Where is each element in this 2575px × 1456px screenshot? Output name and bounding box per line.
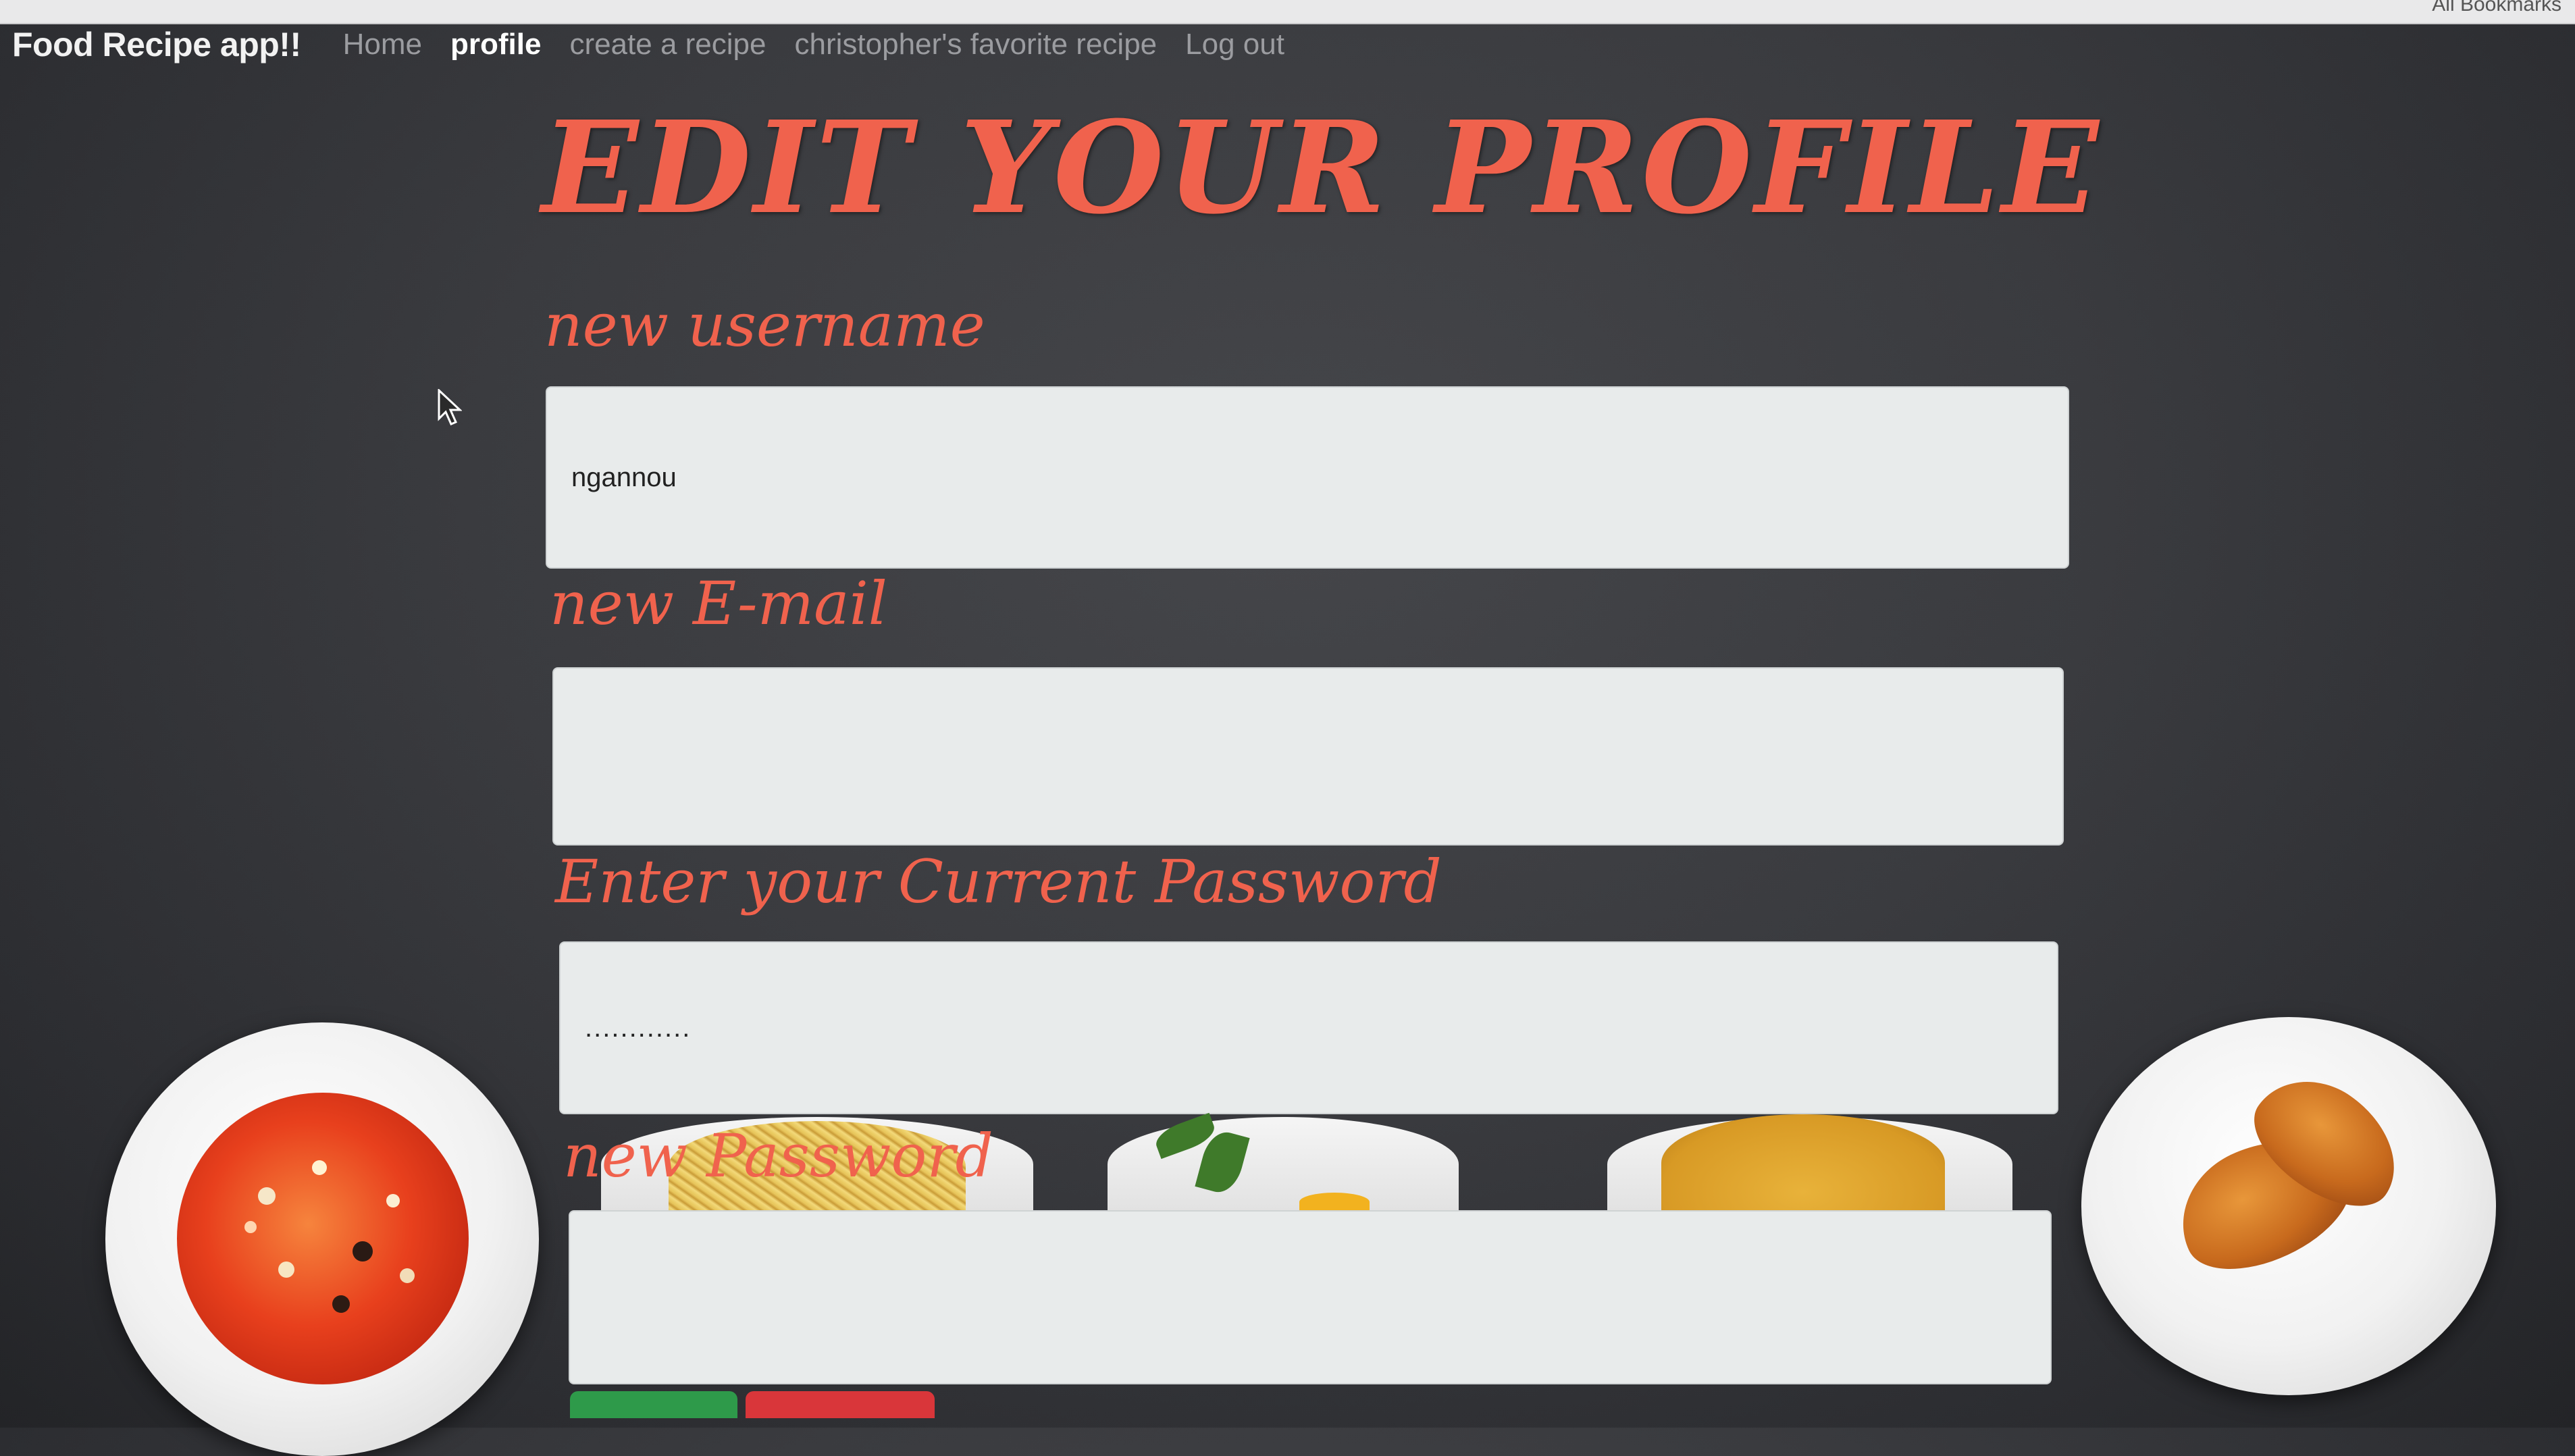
email-input[interactable] (552, 667, 2064, 846)
email-label: new E-mail (550, 569, 887, 638)
bookmarks-label[interactable]: All Bookmarks (2432, 0, 2561, 16)
nav-link-home[interactable]: Home (343, 28, 422, 61)
navbar: Food Recipe app!! Home profile create a … (0, 23, 2575, 66)
egg-plate-image (1108, 1117, 1459, 1212)
soup-plate-image (105, 1022, 539, 1456)
current-password-label: Enter your Current Password (555, 847, 1442, 916)
page-title: EDIT YOUR PROFILE (542, 93, 2102, 242)
mouse-cursor-icon (438, 389, 462, 425)
new-password-input[interactable] (569, 1210, 2052, 1384)
current-password-value: ............ (585, 1012, 692, 1043)
new-password-label: new Password (563, 1121, 993, 1191)
yellow-soup-image (1661, 1114, 1945, 1212)
username-input[interactable]: ngannou (546, 386, 2069, 569)
tomato-soup-image (177, 1093, 469, 1384)
nav-link-favorite-recipe[interactable]: christopher's favorite recipe (795, 28, 1158, 61)
nav-link-profile[interactable]: profile (450, 28, 541, 61)
croissant-plate-image (2081, 1017, 2496, 1395)
submit-button[interactable] (570, 1391, 737, 1418)
nav-link-create-recipe[interactable]: create a recipe (569, 28, 766, 61)
username-label: new username (544, 290, 985, 360)
brand-logo[interactable]: Food Recipe app!! (12, 25, 301, 64)
nav-link-logout[interactable]: Log out (1185, 28, 1284, 61)
cancel-button[interactable] (746, 1391, 935, 1418)
egg-yolk-image (1299, 1193, 1370, 1212)
browser-chrome: All Bookmarks (0, 0, 2575, 24)
username-value: ngannou (571, 462, 677, 492)
current-password-input[interactable]: ............ (559, 941, 2058, 1114)
